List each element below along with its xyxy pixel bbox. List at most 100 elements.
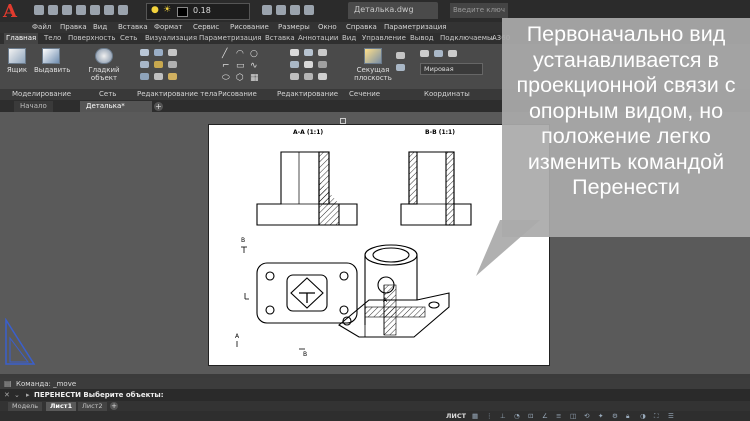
new-file-icon[interactable] <box>34 5 44 15</box>
menu-item-format[interactable]: Формат <box>154 22 182 33</box>
tab-annotate[interactable]: Аннотации <box>296 33 340 44</box>
rotate-icon[interactable] <box>304 49 313 56</box>
menu-item-view[interactable]: Вид <box>93 22 107 33</box>
menu-item-help[interactable]: Справка <box>346 22 377 33</box>
fullscreen-icon[interactable]: ⛶ <box>654 412 659 421</box>
customize-status-icon[interactable]: ☰ <box>668 412 674 420</box>
redo-icon[interactable] <box>118 5 128 15</box>
customize-icon[interactable]: ⌄ <box>14 391 20 399</box>
ucs-combo[interactable]: Мировая <box>420 63 483 75</box>
line-icon[interactable]: ╱ <box>222 49 227 59</box>
move-icon[interactable] <box>290 49 299 56</box>
stretch-icon[interactable] <box>304 61 313 68</box>
otrack-icon[interactable]: ∠ <box>542 412 548 420</box>
menu-item-file[interactable]: Файл <box>32 22 51 33</box>
print-icon[interactable] <box>90 5 100 15</box>
intersect-icon[interactable] <box>168 49 177 56</box>
fillet-edge-icon[interactable] <box>154 61 163 68</box>
space-mode-toggle[interactable]: ЛИСТ <box>446 412 466 420</box>
isolate-icon[interactable]: ◑ <box>640 412 646 420</box>
tab-insert[interactable]: Вставка <box>263 33 297 44</box>
tab-surface[interactable]: Поверхность <box>66 33 117 44</box>
separate-icon[interactable] <box>154 73 163 80</box>
layer-states-icon[interactable] <box>276 5 286 15</box>
slice-icon[interactable] <box>140 61 149 68</box>
share-icon[interactable] <box>304 5 314 15</box>
arc-icon[interactable]: ◠ <box>236 49 244 59</box>
grid-icon[interactable]: ▦ <box>472 412 478 420</box>
union-icon[interactable] <box>140 49 149 56</box>
ucs-origin-icon[interactable] <box>434 50 443 57</box>
explode-icon[interactable] <box>318 73 327 80</box>
undo-icon[interactable] <box>104 5 114 15</box>
copy-icon[interactable] <box>318 49 327 56</box>
shell-icon[interactable] <box>140 73 149 80</box>
close-icon[interactable]: ✕ <box>4 391 10 399</box>
erase-icon[interactable] <box>304 73 313 80</box>
tab-visualize[interactable]: Визуализация <box>143 33 199 44</box>
chamfer-edge-icon[interactable] <box>168 61 177 68</box>
panel-solid-editing[interactable]: Редактирование тела <box>137 89 217 100</box>
panel-coordinates[interactable]: Координаты <box>424 89 470 100</box>
hatch-icon[interactable]: ▦ <box>250 73 259 83</box>
circle-icon[interactable]: ○ <box>250 49 258 59</box>
ortho-icon[interactable]: ⊥ <box>500 412 506 420</box>
viewport-grip[interactable] <box>340 118 346 124</box>
transparency-icon[interactable]: ◫ <box>570 412 576 420</box>
extract-edges-icon[interactable] <box>168 73 177 80</box>
tab-solid[interactable]: Тело <box>42 33 63 44</box>
tab-model[interactable]: Модель <box>8 402 43 411</box>
match-properties-icon[interactable] <box>262 5 272 15</box>
open-file-icon[interactable] <box>48 5 58 15</box>
panel-section[interactable]: Сечение <box>349 89 380 100</box>
array-icon[interactable] <box>290 73 299 80</box>
polyline-icon[interactable]: ⌐ <box>222 61 230 71</box>
menu-item-insert[interactable]: Вставка <box>118 22 148 33</box>
tab-view[interactable]: Вид <box>340 33 358 44</box>
menu-item-window[interactable]: Окно <box>318 22 337 33</box>
tab-home[interactable]: Главная <box>4 33 39 44</box>
ucs-view-icon[interactable] <box>448 50 457 57</box>
extrude-button[interactable]: Выдавить <box>34 48 70 74</box>
menu-item-parametric[interactable]: Параметризация <box>384 22 446 33</box>
spline-icon[interactable]: ∿ <box>250 61 258 71</box>
new-tab-plus-icon[interactable]: + <box>154 102 163 111</box>
tab-manage[interactable]: Управление <box>360 33 408 44</box>
mirror-icon[interactable] <box>290 61 299 68</box>
polygon-icon[interactable]: ⬡ <box>236 73 244 83</box>
menu-item-dimension[interactable]: Размеры <box>278 22 310 33</box>
panel-modeling[interactable]: Моделирование <box>12 89 71 100</box>
box-button[interactable]: Ящик <box>4 48 30 74</box>
command-line[interactable]: ✕ ⌄ ▸ ПЕРЕНЕСТИ Выберите объекты: <box>0 389 750 401</box>
scale-icon[interactable] <box>318 61 327 68</box>
add-layout-plus-icon[interactable]: + <box>110 402 118 410</box>
application-menu-button[interactable]: A <box>3 1 27 22</box>
tab-start[interactable]: Начало <box>14 101 53 112</box>
polar-icon[interactable]: ◔ <box>514 412 520 420</box>
menu-item-draw[interactable]: Рисование <box>230 22 269 33</box>
panel-draw[interactable]: Рисование <box>218 89 257 100</box>
panel-modify[interactable]: Редактирование <box>277 89 338 100</box>
snap-icon[interactable]: ⋮ <box>486 412 493 420</box>
tab-parametric[interactable]: Параметризация <box>197 33 263 44</box>
annotation-scale-icon[interactable]: ✦ <box>598 412 603 420</box>
workspace-switch-icon[interactable]: ⚙ <box>612 412 618 420</box>
tab-sheet1[interactable]: Лист1 <box>46 402 77 411</box>
tab-addins[interactable]: Подключаемые модули <box>438 33 494 44</box>
ellipse-icon[interactable]: ⬭ <box>222 73 230 83</box>
add-jog-icon[interactable] <box>396 64 405 71</box>
lineweight-combo[interactable]: ● ☀ 0.18 <box>146 3 250 20</box>
rectangle-icon[interactable]: ▭ <box>236 61 245 71</box>
save-icon[interactable] <box>62 5 72 15</box>
section-plane-button[interactable]: Секущая плоскость <box>352 48 394 82</box>
osnap-icon[interactable]: ⊡ <box>528 412 533 420</box>
workspace-icon[interactable] <box>290 5 300 15</box>
selection-cycling-icon[interactable]: ⟲ <box>584 412 589 420</box>
tab-sheet2[interactable]: Лист2 <box>78 402 107 411</box>
lineweight-icon[interactable]: ≡ <box>556 412 561 420</box>
panel-mesh[interactable]: Сеть <box>99 89 116 100</box>
tab-output[interactable]: Вывод <box>408 33 436 44</box>
smooth-object-button[interactable]: Гладкий объект <box>86 48 122 82</box>
menu-item-edit[interactable]: Правка <box>60 22 87 33</box>
live-section-icon[interactable] <box>396 52 405 59</box>
